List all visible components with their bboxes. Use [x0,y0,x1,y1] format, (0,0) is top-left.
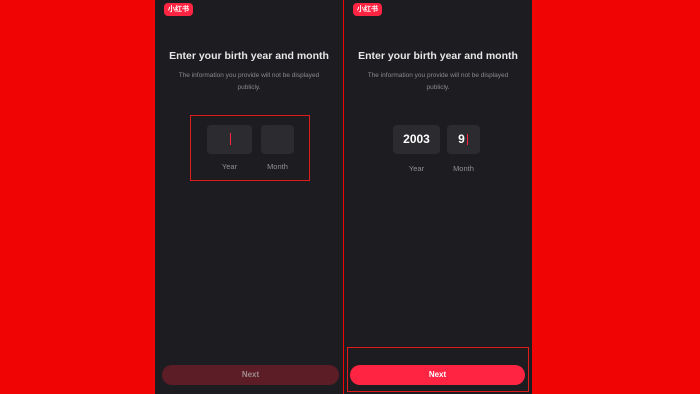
month-label: Month [453,164,474,173]
month-input[interactable]: 9 [447,125,480,154]
birthdate-screen-filled: 小红书 Enter your birth year and month The … [344,0,532,394]
page-title: Enter your birth year and month [358,50,518,62]
page-title: Enter your birth year and month [169,50,329,62]
xiaohongshu-logo: 小红书 [353,3,382,16]
next-button[interactable]: Next [350,365,525,385]
privacy-note: The information you provide will not be … [367,72,509,91]
birthdate-screen-empty: 小红书 Enter your birth year and month The … [155,0,343,394]
text-cursor [467,134,468,145]
next-button-disabled[interactable]: Next [162,365,339,385]
privacy-note: The information you provide will not be … [178,72,320,91]
input-fields-highlight [190,115,310,181]
year-input[interactable]: 2003 [393,125,440,154]
xiaohongshu-logo: 小红书 [164,3,193,16]
year-label: Year [408,164,425,173]
